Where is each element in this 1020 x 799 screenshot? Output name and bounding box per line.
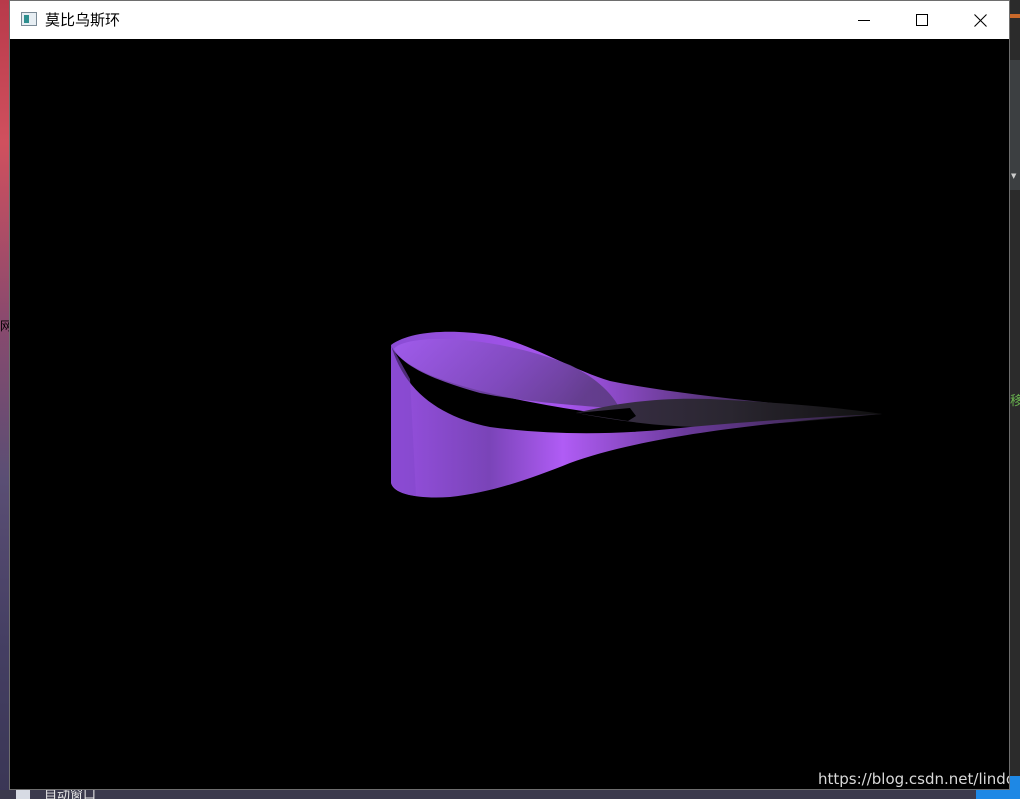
taskbar-label[interactable]: 自动窗口 [44,790,96,799]
close-button[interactable] [951,1,1009,39]
taskbar-accent [976,790,1020,799]
app-window-icon[interactable] [21,12,37,26]
editor-accent-line [1010,14,1020,18]
minimize-button[interactable] [835,1,893,39]
maximize-icon [916,14,928,26]
mobius-strip-render [391,331,882,498]
taskbar-app-icon[interactable] [16,790,30,799]
background-editor-edge: ▼ 移 [1010,0,1020,799]
close-icon [973,13,987,27]
editor-text-fragment: 移 [1010,394,1020,409]
taskbar-fragment: 自动窗口 [0,790,1020,799]
title-bar[interactable]: 莫比乌斯环 [10,1,1009,39]
editor-panel [1010,60,1020,190]
window-title: 莫比乌斯环 [45,11,121,29]
dropdown-arrow-icon: ▼ [1011,172,1017,180]
minimize-icon [858,20,870,21]
app-window: 莫比乌斯环 https://blog.csdn.net/lindorx [9,0,1010,790]
watermark-url: https://blog.csdn.net/lindorx [818,770,1009,788]
maximize-button[interactable] [893,1,951,39]
render-viewport[interactable]: https://blog.csdn.net/lindorx [10,39,1009,789]
